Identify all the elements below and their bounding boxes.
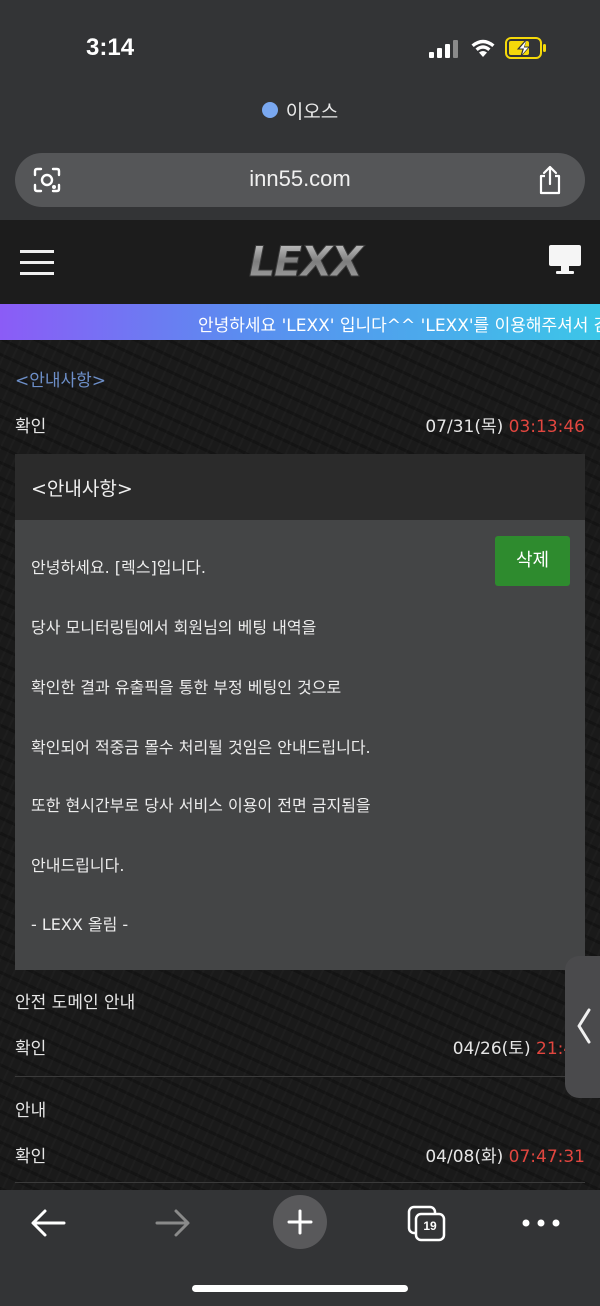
notice-line: 당사 모니터링팀에서 회원님의 베팅 내역을	[31, 618, 317, 637]
message-date-day: 04/26(토)	[452, 1039, 531, 1059]
home-indicator[interactable]	[192, 1285, 408, 1292]
message-date-day: 04/08(화)	[425, 1147, 504, 1167]
notice-title: <안내사항>	[31, 478, 133, 500]
url-bar[interactable]: inn55.com	[15, 153, 585, 207]
side-panel-toggle[interactable]	[565, 956, 600, 1098]
notice-header: <안내사항>	[15, 454, 585, 520]
message-date: 04/08(화) 07:47:31	[425, 1142, 585, 1167]
tab-count: 19	[423, 1219, 437, 1233]
divider	[15, 1182, 585, 1183]
notice-line: 또한 현시간부로 당사 서비스 이용이 전면 금지됨을	[31, 796, 371, 815]
marquee-text: 안녕하세요 'LEXX' 입니다^^ 'LEXX'를 이용해주셔서 감	[198, 316, 600, 336]
site-indicator[interactable]: 이오스	[0, 96, 600, 124]
wifi-icon	[471, 39, 495, 57]
lexx-logo[interactable]: LEXX	[238, 234, 372, 287]
plus-icon	[287, 1209, 313, 1235]
status-bar: 3:14	[0, 0, 600, 92]
forward-arrow-icon[interactable]	[155, 1208, 191, 1238]
url-text: inn55.com	[249, 166, 351, 191]
more-options-icon[interactable]	[521, 1218, 561, 1228]
browser-toolbar: 19	[0, 1190, 600, 1306]
browser-header: 이오스 inn55.com	[0, 92, 600, 220]
site-name: 이오스	[285, 100, 339, 123]
desktop-view-icon[interactable]	[548, 244, 582, 276]
delete-button[interactable]: 삭제	[495, 536, 570, 586]
notice-detail: <안내사항> 삭제 안녕하세요. [렉스]입니다. 당사 모니터링팀에서 회원님…	[15, 454, 585, 970]
message-status: 확인	[15, 417, 47, 437]
message-status: 확인	[15, 1147, 47, 1167]
svg-text:LEXX: LEXX	[249, 237, 366, 286]
message-list: <안내사항> 확인 07/31(목) 03:13:46 <안내사항> 삭제 안녕…	[0, 340, 600, 1190]
site-dot-icon	[261, 102, 278, 118]
notice-line: 확인한 결과 유출픽을 통한 부정 베팅인 것으로	[31, 678, 342, 697]
announcement-marquee: 안녕하세요 'LEXX' 입니다^^ 'LEXX'를 이용해주셔서 감	[0, 304, 600, 340]
chevron-left-icon	[577, 1008, 591, 1044]
tabs-button[interactable]: 19	[406, 1204, 448, 1244]
notice-signature: - LEXX 올림 -	[31, 915, 129, 934]
message-status: 확인	[15, 1039, 47, 1059]
status-time: 3:14	[86, 34, 135, 61]
back-arrow-icon[interactable]	[30, 1208, 66, 1238]
message-time: 03:13:46	[508, 417, 585, 437]
notice-line: 안내드립니다.	[31, 856, 125, 875]
share-icon[interactable]	[537, 165, 563, 195]
notice-line: 안녕하세요. [렉스]입니다.	[31, 558, 206, 577]
message-date: 07/31(목) 03:13:46	[425, 412, 585, 437]
message-title[interactable]: 안전 도메인 안내	[15, 988, 135, 1013]
divider	[15, 1076, 585, 1077]
notice-line: 확인되어 적중금 몰수 처리될 것임은 안내드립니다.	[31, 738, 371, 757]
message-time: 07:47:31	[508, 1147, 585, 1167]
battery-charging-icon	[505, 37, 546, 59]
hamburger-menu-icon[interactable]	[20, 247, 54, 277]
signal-icon	[429, 40, 458, 58]
message-title[interactable]: 안내	[15, 1096, 46, 1121]
site-header: LEXX	[0, 220, 600, 304]
section-title[interactable]: <안내사항>	[15, 366, 106, 391]
new-tab-button[interactable]	[273, 1195, 327, 1249]
message-date-day: 07/31(목)	[425, 417, 504, 437]
